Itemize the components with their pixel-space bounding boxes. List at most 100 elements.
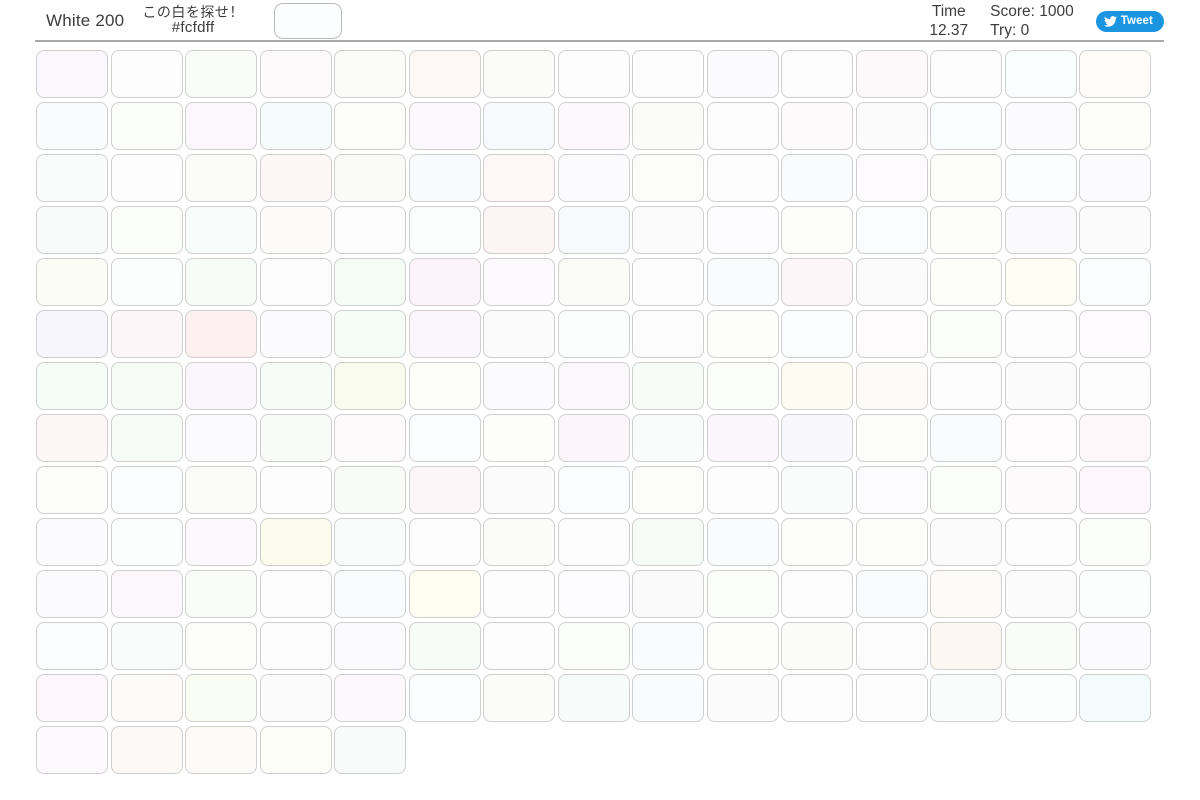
color-tile[interactable] — [483, 414, 555, 462]
color-tile[interactable] — [930, 570, 1002, 618]
color-tile[interactable] — [259, 206, 332, 254]
color-tile[interactable] — [632, 362, 704, 410]
color-tile[interactable] — [185, 726, 257, 774]
color-tile[interactable] — [1004, 414, 1077, 462]
color-tile[interactable] — [36, 414, 108, 462]
color-tile[interactable] — [632, 466, 704, 514]
color-tile[interactable] — [259, 570, 332, 618]
color-tile[interactable] — [781, 362, 853, 410]
color-tile[interactable] — [706, 102, 779, 150]
color-tile[interactable] — [185, 414, 257, 462]
color-tile[interactable] — [408, 362, 481, 410]
color-tile[interactable] — [259, 466, 332, 514]
color-tile[interactable] — [334, 726, 406, 774]
color-tile[interactable] — [781, 570, 853, 618]
color-tile[interactable] — [557, 258, 630, 306]
color-tile[interactable] — [259, 258, 332, 306]
color-tile[interactable] — [334, 50, 406, 98]
color-tile[interactable] — [855, 674, 928, 722]
color-tile[interactable] — [110, 622, 183, 670]
color-tile[interactable] — [930, 102, 1002, 150]
color-tile[interactable] — [334, 102, 406, 150]
color-tile[interactable] — [483, 674, 555, 722]
color-tile[interactable] — [334, 310, 406, 358]
color-tile[interactable] — [632, 206, 704, 254]
color-tile[interactable] — [110, 50, 183, 98]
color-tile[interactable] — [1079, 622, 1151, 670]
color-tile[interactable] — [259, 102, 332, 150]
color-tile[interactable] — [930, 362, 1002, 410]
color-tile[interactable] — [1079, 570, 1151, 618]
color-tile[interactable] — [557, 570, 630, 618]
color-tile[interactable] — [781, 154, 853, 202]
color-tile[interactable] — [855, 102, 928, 150]
color-tile[interactable] — [1079, 414, 1151, 462]
color-tile[interactable] — [930, 310, 1002, 358]
color-tile[interactable] — [557, 622, 630, 670]
color-tile[interactable] — [36, 362, 108, 410]
color-tile[interactable] — [781, 206, 853, 254]
color-tile[interactable] — [930, 518, 1002, 566]
color-tile[interactable] — [334, 258, 406, 306]
color-tile[interactable] — [557, 466, 630, 514]
color-tile[interactable] — [483, 258, 555, 306]
color-tile[interactable] — [110, 570, 183, 618]
color-tile[interactable] — [706, 258, 779, 306]
color-tile[interactable] — [1079, 258, 1151, 306]
color-tile[interactable] — [632, 258, 704, 306]
color-tile[interactable] — [1079, 310, 1151, 358]
color-tile[interactable] — [930, 206, 1002, 254]
color-tile[interactable] — [408, 674, 481, 722]
color-tile[interactable] — [855, 310, 928, 358]
color-tile[interactable] — [706, 570, 779, 618]
color-tile[interactable] — [483, 154, 555, 202]
color-tile[interactable] — [36, 310, 108, 358]
color-tile[interactable] — [557, 674, 630, 722]
color-tile[interactable] — [855, 154, 928, 202]
color-tile[interactable] — [855, 622, 928, 670]
color-tile[interactable] — [259, 674, 332, 722]
color-tile[interactable] — [930, 622, 1002, 670]
color-tile[interactable] — [185, 50, 257, 98]
color-tile[interactable] — [632, 570, 704, 618]
color-tile[interactable] — [1079, 518, 1151, 566]
color-tile[interactable] — [1079, 102, 1151, 150]
tweet-button[interactable]: Tweet — [1095, 10, 1164, 32]
color-tile[interactable] — [1004, 310, 1077, 358]
color-tile[interactable] — [632, 674, 704, 722]
color-tile[interactable] — [259, 362, 332, 410]
color-tile[interactable] — [930, 154, 1002, 202]
color-tile[interactable] — [1079, 154, 1151, 202]
color-tile[interactable] — [1004, 518, 1077, 566]
color-tile[interactable] — [185, 102, 257, 150]
color-tile[interactable] — [557, 310, 630, 358]
color-tile[interactable] — [408, 258, 481, 306]
color-tile[interactable] — [930, 258, 1002, 306]
color-tile[interactable] — [706, 466, 779, 514]
color-tile[interactable] — [408, 50, 481, 98]
color-tile[interactable] — [259, 310, 332, 358]
color-tile[interactable] — [110, 102, 183, 150]
color-tile[interactable] — [483, 466, 555, 514]
color-tile[interactable] — [781, 518, 853, 566]
color-tile[interactable] — [110, 362, 183, 410]
color-tile[interactable] — [781, 50, 853, 98]
color-tile[interactable] — [36, 466, 108, 514]
color-tile[interactable] — [185, 570, 257, 618]
color-tile[interactable] — [1004, 50, 1077, 98]
color-tile[interactable] — [36, 206, 108, 254]
color-tile[interactable] — [259, 154, 332, 202]
color-tile[interactable] — [110, 414, 183, 462]
color-tile[interactable] — [855, 466, 928, 514]
color-tile[interactable] — [855, 518, 928, 566]
color-tile[interactable] — [632, 154, 704, 202]
color-tile[interactable] — [1004, 570, 1077, 618]
color-tile[interactable] — [110, 206, 183, 254]
color-tile[interactable] — [706, 154, 779, 202]
color-tile[interactable] — [408, 154, 481, 202]
color-tile[interactable] — [36, 518, 108, 566]
color-tile[interactable] — [36, 258, 108, 306]
color-tile[interactable] — [557, 50, 630, 98]
color-tile[interactable] — [185, 674, 257, 722]
color-tile[interactable] — [483, 310, 555, 358]
